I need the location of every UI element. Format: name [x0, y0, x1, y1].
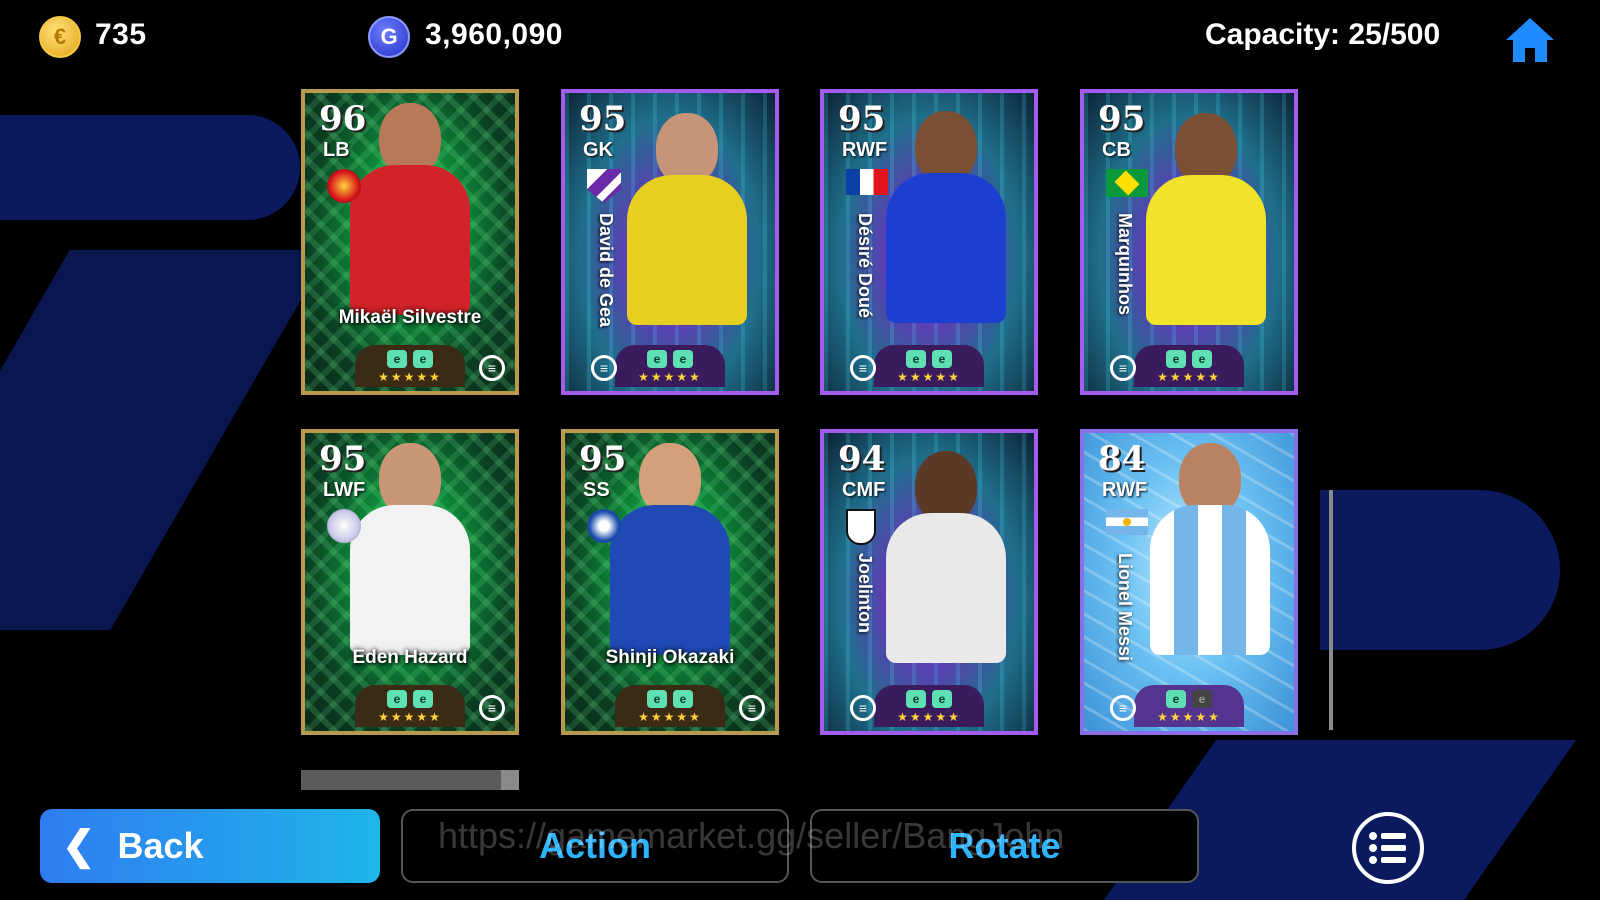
efootball-logo-icon: ≡	[1110, 355, 1136, 381]
card-rating: 94	[838, 439, 886, 479]
club-badge-icon	[327, 509, 361, 543]
capacity-label: Capacity: 25/500	[1205, 18, 1441, 51]
coin-icon: €	[39, 16, 81, 58]
card-rating: 96	[319, 99, 367, 139]
card-stars: ★★★★★	[638, 710, 702, 724]
player-card[interactable]: 96 LB Mikaël Silvestre ee ★★★★★ ≡	[301, 89, 519, 395]
skill-icon: e	[932, 350, 952, 368]
card-footer: ee ★★★★★	[615, 685, 725, 727]
card-rating: 95	[579, 439, 627, 479]
card-footer: ee ★★★★★	[874, 345, 984, 387]
gp-icon: G	[368, 16, 410, 58]
card-stars: ★★★★★	[897, 710, 961, 724]
gp-amount: 3,960,090	[425, 18, 563, 51]
card-rating: 95	[838, 99, 886, 139]
card-rating: 84	[1098, 439, 1146, 479]
skill-icon: e	[673, 690, 693, 708]
card-position: RWF	[842, 139, 888, 161]
efootball-logo-icon: ≡	[479, 355, 505, 381]
home-icon[interactable]	[1502, 14, 1558, 64]
scrollbar-thumb[interactable]	[501, 770, 519, 790]
horizontal-scrollbar[interactable]	[301, 770, 519, 790]
chevron-left-icon: ❮	[62, 824, 96, 868]
card-rating: 95	[319, 439, 367, 479]
efootball-logo-icon: ≡	[479, 695, 505, 721]
skill-icon: e	[413, 350, 433, 368]
skill-icon: e	[647, 690, 667, 708]
skill-icon: e	[932, 690, 952, 708]
player-image	[876, 451, 1016, 691]
card-player-name: Shinji Okazaki	[605, 647, 735, 668]
efootball-logo-icon: ≡	[591, 355, 617, 381]
card-stars: ★★★★★	[378, 710, 442, 724]
card-position: CMF	[842, 479, 886, 501]
efootball-logo-icon: ≡	[850, 695, 876, 721]
card-footer: ee ★★★★★	[355, 685, 465, 727]
player-card[interactable]: 95 RWF Désiré Doué ee ★★★★★ ≡	[820, 89, 1038, 395]
list-menu-icon	[1369, 832, 1406, 864]
efootball-logo-icon: ≡	[739, 695, 765, 721]
skill-icon: e	[647, 350, 667, 368]
back-button-label: Back	[117, 825, 204, 866]
card-position: CB	[1102, 139, 1131, 161]
skill-icon: e	[906, 690, 926, 708]
card-rating: 95	[1098, 99, 1146, 139]
card-stars: ★★★★★	[1157, 370, 1221, 384]
skill-icon: e	[413, 690, 433, 708]
club-badge-icon	[327, 169, 361, 203]
skill-icon: e	[1166, 350, 1186, 368]
club-badge-icon	[587, 509, 621, 543]
card-position: LB	[323, 139, 350, 161]
card-position: SS	[583, 479, 610, 501]
card-player-name: Mikaël Silvestre	[338, 307, 482, 328]
card-stars: ★★★★★	[638, 370, 702, 384]
back-button[interactable]: ❮ Back	[40, 809, 380, 883]
card-rating: 95	[579, 99, 627, 139]
card-stars: ★★★★★	[897, 370, 961, 384]
card-position: GK	[583, 139, 613, 161]
top-bar: € 735 G 3,960,090 Capacity: 25/500	[0, 0, 1600, 72]
flag-icon	[1106, 169, 1148, 197]
background-shape	[1320, 490, 1560, 650]
background-shape	[0, 250, 330, 630]
efootball-logo-icon: ≡	[850, 355, 876, 381]
skill-icon: e	[1192, 690, 1212, 708]
watermark-text: https://gamemarket.gg/seller/BangJohn	[438, 815, 1065, 856]
player-card[interactable]: 95 SS Shinji Okazaki ee ★★★★★ ≡	[561, 429, 779, 735]
player-card[interactable]: 95 GK David de Gea ee ★★★★★ ≡	[561, 89, 779, 395]
card-footer: ee ★★★★★	[1134, 685, 1244, 727]
skill-icon: e	[387, 690, 407, 708]
flag-icon	[846, 169, 888, 195]
club-badge-icon	[846, 509, 876, 545]
skill-icon: e	[1192, 350, 1212, 368]
skill-icon: e	[387, 350, 407, 368]
coin-amount: 735	[95, 18, 147, 51]
player-image	[617, 113, 757, 353]
background-shape	[0, 115, 300, 220]
card-footer: ee ★★★★★	[355, 345, 465, 387]
card-footer: ee ★★★★★	[1134, 345, 1244, 387]
skill-icon: e	[673, 350, 693, 368]
player-image	[1136, 113, 1276, 353]
card-footer: ee ★★★★★	[615, 345, 725, 387]
flag-icon	[1106, 509, 1148, 535]
card-player-name: Eden Hazard	[352, 647, 468, 668]
player-image	[1140, 443, 1280, 683]
player-card[interactable]: 95 LWF Eden Hazard ee ★★★★★ ≡	[301, 429, 519, 735]
player-card[interactable]: 95 CB Marquinhos ee ★★★★★ ≡	[1080, 89, 1298, 395]
card-footer: ee ★★★★★	[874, 685, 984, 727]
player-card[interactable]: 84 RWF Lionel Messi ee ★★★★★ ≡	[1080, 429, 1298, 735]
card-position: RWF	[1102, 479, 1148, 501]
skill-icon: e	[906, 350, 926, 368]
card-stars: ★★★★★	[1157, 710, 1221, 724]
player-card[interactable]: 94 CMF Joelinton ee ★★★★★ ≡	[820, 429, 1038, 735]
skill-icon: e	[1166, 690, 1186, 708]
card-position: LWF	[323, 479, 366, 501]
player-image	[876, 111, 1016, 351]
efootball-logo-icon: ≡	[1110, 695, 1136, 721]
vertical-scrollbar[interactable]	[1329, 490, 1333, 730]
list-menu-button[interactable]	[1352, 812, 1424, 884]
card-stars: ★★★★★	[378, 370, 442, 384]
